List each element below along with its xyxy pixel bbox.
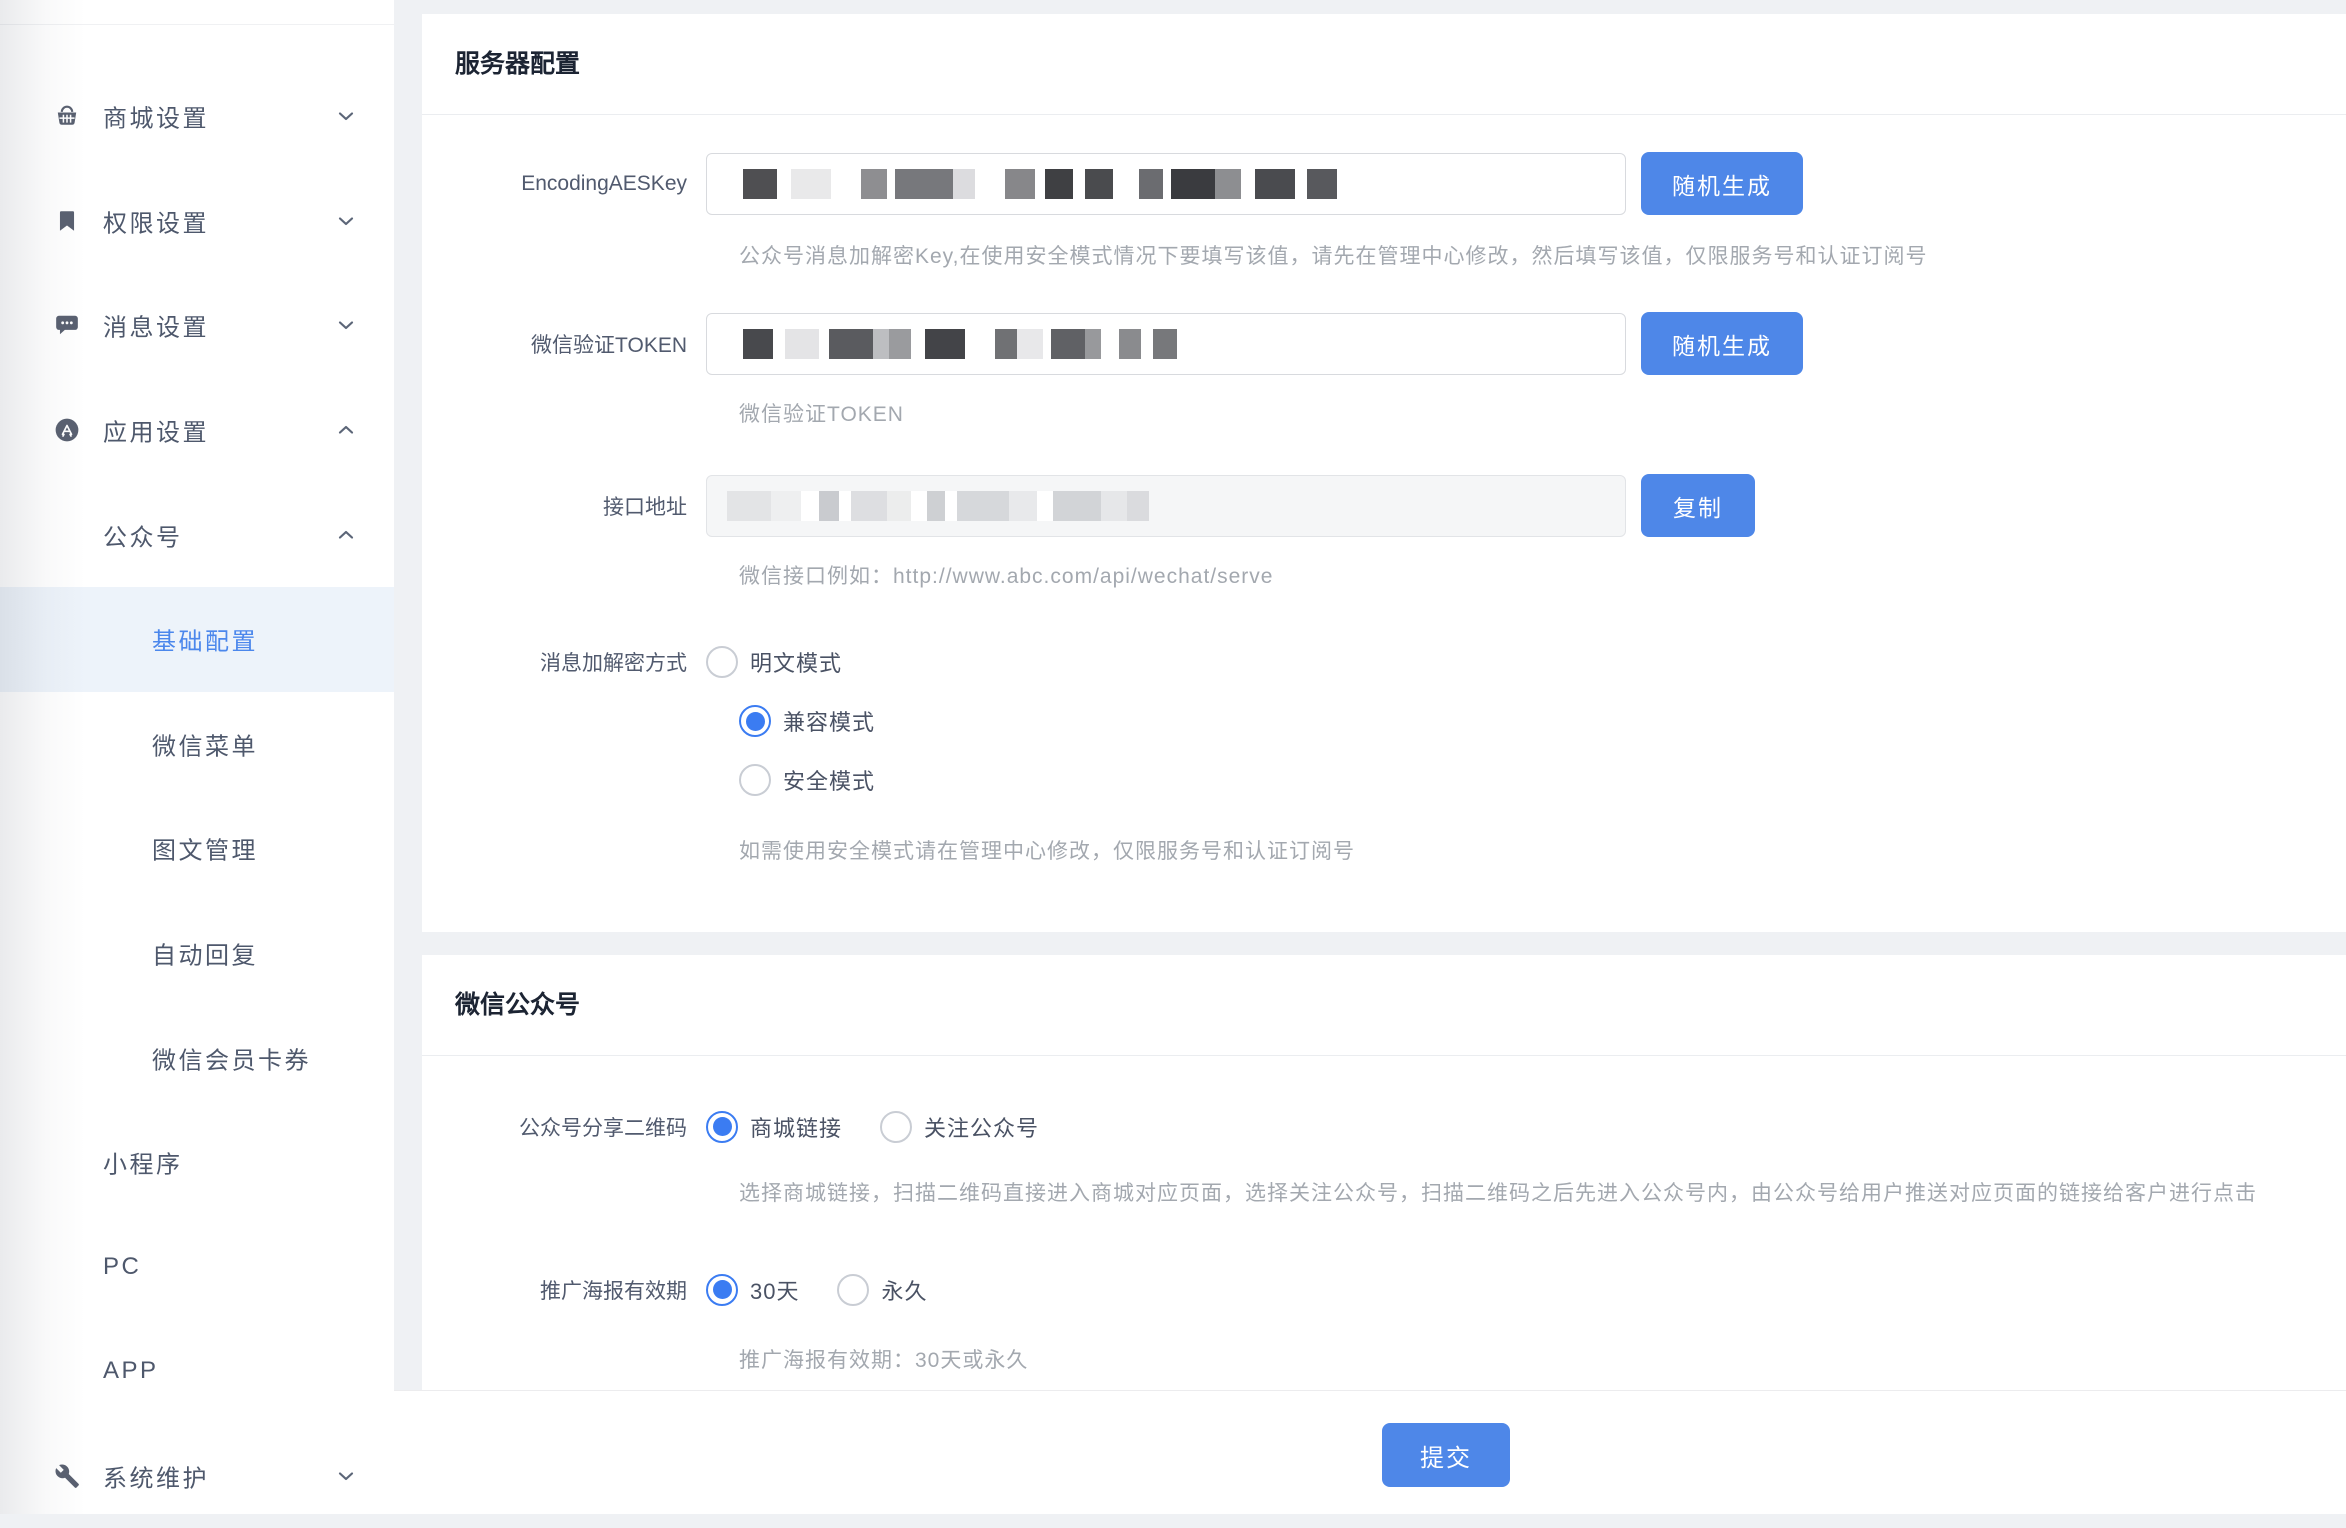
form-row-wechat-token: 微信验证TOKEN 随机生成 (455, 312, 2346, 375)
sidebar-item-label: 应用设置 (103, 413, 209, 448)
sidebar-item-label: 图文管理 (152, 831, 258, 866)
radio-button[interactable] (837, 1274, 869, 1306)
radio-button[interactable] (739, 705, 771, 737)
main-content: 服务器配置 EncodingAESKey 随机生成 公众号消息加解密Key,在使… (422, 14, 2346, 1390)
sidebar-item-wechat-member-card[interactable]: 微信会员卡券 (0, 1005, 394, 1110)
radio-button[interactable] (706, 1111, 738, 1143)
sidebar-item-label: 自动回复 (152, 936, 258, 971)
form-row-encoding-aes-key: EncodingAESKey 随机生成 (455, 152, 2346, 215)
field-label: 公众号分享二维码 (455, 1112, 687, 1142)
api-address-input (706, 475, 1626, 537)
chevron-down-icon (334, 313, 358, 337)
message-icon (54, 312, 80, 338)
bookmark-icon (54, 208, 80, 234)
sidebar-item-label: APP (103, 1357, 159, 1385)
sidebar-item-label: 基础配置 (152, 622, 258, 657)
chevron-down-icon (334, 104, 358, 128)
sidebar-item-label: 公众号 (103, 517, 183, 552)
wechat-official-card: 微信公众号 公众号分享二维码 商城链接 关注公众号 选择商城链接，扫描二维码直接… (422, 955, 2346, 1390)
server-config-card: 服务器配置 EncodingAESKey 随机生成 公众号消息加解密Key,在使… (422, 14, 2346, 932)
sidebar-item-label: 权限设置 (103, 203, 209, 238)
field-help: 推广海报有效期：30天或永久 (739, 1347, 2346, 1374)
sidebar: 商城设置 权限设置 消息设置 (0, 0, 394, 1514)
submit-button[interactable]: 提交 (1382, 1423, 1510, 1487)
form-row-poster-validity: 推广海报有效期 30天 永久 (455, 1273, 2346, 1306)
sidebar-item-label: 系统维护 (103, 1459, 209, 1494)
sidebar-item-auto-reply[interactable]: 自动回复 (0, 901, 394, 1006)
radio-option-secure-mode[interactable]: 安全模式 (739, 764, 2346, 796)
sidebar-item-mall-settings[interactable]: 商城设置 (0, 64, 394, 169)
redacted-value (727, 491, 1149, 521)
radio-label: 永久 (881, 1274, 927, 1306)
radio-option-mall-link[interactable]: 商城链接 (706, 1111, 842, 1143)
field-help: 微信接口例如：http://www.abc.com/api/wechat/ser… (739, 563, 2346, 590)
sidebar-item-label: 商城设置 (103, 99, 209, 134)
radio-option-plain-mode[interactable]: 明文模式 (706, 646, 842, 678)
radio-button[interactable] (706, 1274, 738, 1306)
submit-bar: 提交 (394, 1390, 2346, 1514)
wechat-token-input[interactable] (706, 313, 1626, 375)
field-help: 如需使用安全模式请在管理中心修改，仅限服务号和认证订阅号 (739, 838, 2346, 865)
field-help: 选择商城链接，扫描二维码直接进入商城对应页面，选择关注公众号，扫描二维码之后先进… (739, 1180, 2346, 1207)
radio-button[interactable] (706, 646, 738, 678)
section-title-wechat-official: 微信公众号 (422, 955, 2346, 1056)
sidebar-item-label: 微信菜单 (152, 726, 258, 761)
sidebar-item-mini-program[interactable]: 小程序 (0, 1110, 394, 1215)
form-row-encrypt-mode: 消息加解密方式 明文模式 (455, 646, 2346, 678)
radio-label: 30天 (750, 1274, 799, 1306)
form-row-api-address: 接口地址 复制 (455, 474, 2346, 537)
radio-label: 关注公众号 (924, 1111, 1039, 1143)
chevron-down-icon (334, 209, 358, 233)
radio-option-30-days[interactable]: 30天 (706, 1274, 799, 1306)
chevron-down-icon (334, 1464, 358, 1488)
sidebar-item-app-settings[interactable]: 应用设置 (0, 378, 394, 483)
field-label: 消息加解密方式 (455, 647, 687, 677)
sidebar-item-pc[interactable]: PC (0, 1215, 394, 1320)
form-row-share-qrcode: 公众号分享二维码 商城链接 关注公众号 (455, 1110, 2346, 1143)
field-label: 微信验证TOKEN (455, 329, 687, 359)
chevron-up-icon (334, 523, 358, 547)
redacted-value (743, 169, 1337, 199)
encoding-aes-key-input[interactable] (706, 153, 1626, 215)
sidebar-header-divider (0, 0, 394, 25)
chevron-up-icon (334, 418, 358, 442)
basket-icon (54, 103, 80, 129)
sidebar-item-basic-config[interactable]: 基础配置 (0, 587, 394, 692)
sidebar-menu: 商城设置 权限设置 消息设置 (0, 64, 394, 1528)
sidebar-item-permission-settings[interactable]: 权限设置 (0, 169, 394, 274)
field-label: 接口地址 (455, 491, 687, 521)
field-help: 公众号消息加解密Key,在使用安全模式情况下要填写该值，请先在管理中心修改，然后… (739, 243, 2346, 270)
sidebar-item-label: 微信会员卡券 (152, 1040, 311, 1075)
radio-label: 明文模式 (750, 646, 842, 678)
sidebar-item-label: 消息设置 (103, 308, 209, 343)
appstore-icon (54, 417, 80, 443)
radio-option-compatible-mode[interactable]: 兼容模式 (739, 705, 2346, 737)
field-help: 微信验证TOKEN (739, 401, 2346, 428)
sidebar-item-system-maintenance[interactable]: 系统维护 (0, 1424, 394, 1528)
section-title-server-config: 服务器配置 (422, 14, 2346, 115)
radio-label: 商城链接 (750, 1111, 842, 1143)
sidebar-item-message-settings[interactable]: 消息设置 (0, 273, 394, 378)
radio-option-forever[interactable]: 永久 (837, 1274, 927, 1306)
random-generate-button[interactable]: 随机生成 (1641, 312, 1803, 375)
sidebar-item-label: 小程序 (103, 1145, 183, 1180)
sidebar-item-app[interactable]: APP (0, 1319, 394, 1424)
sidebar-item-official-account[interactable]: 公众号 (0, 482, 394, 587)
copy-button[interactable]: 复制 (1641, 474, 1755, 537)
random-generate-button[interactable]: 随机生成 (1641, 152, 1803, 215)
field-label: EncodingAESKey (455, 172, 687, 196)
radio-label: 兼容模式 (783, 705, 875, 737)
wrench-icon (54, 1463, 80, 1489)
radio-button[interactable] (739, 764, 771, 796)
redacted-value (743, 329, 1177, 359)
radio-option-follow-official[interactable]: 关注公众号 (880, 1111, 1039, 1143)
sidebar-item-label: PC (103, 1253, 141, 1281)
radio-button[interactable] (880, 1111, 912, 1143)
radio-label: 安全模式 (783, 764, 875, 796)
sidebar-item-wechat-menu[interactable]: 微信菜单 (0, 692, 394, 797)
field-label: 推广海报有效期 (455, 1275, 687, 1305)
sidebar-item-article-manage[interactable]: 图文管理 (0, 796, 394, 901)
